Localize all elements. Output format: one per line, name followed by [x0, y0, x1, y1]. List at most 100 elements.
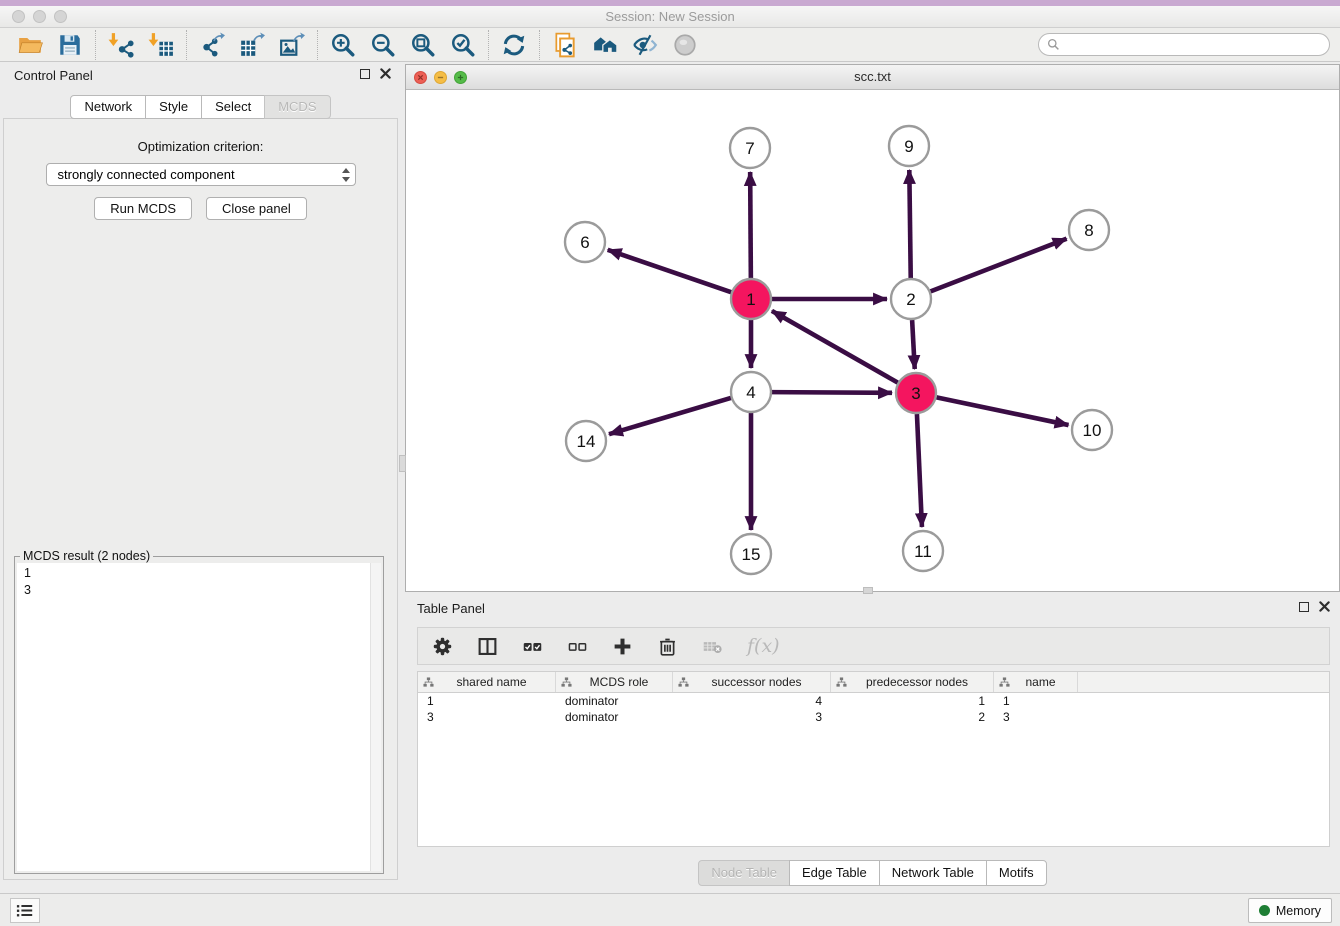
import-table-button[interactable]	[141, 30, 181, 60]
select-all-rows-button[interactable]	[522, 636, 543, 657]
tab-node-table[interactable]: Node Table	[698, 860, 790, 886]
column-header-name[interactable]: name	[994, 672, 1078, 692]
close-panel-icon[interactable]	[380, 68, 391, 79]
sort-tree-icon	[678, 677, 689, 688]
delete-table-button[interactable]	[702, 636, 723, 657]
vertical-splitter-handle[interactable]	[399, 455, 406, 472]
delete-column-button[interactable]	[657, 636, 678, 657]
edge-2-3[interactable]	[912, 320, 915, 369]
run-mcds-button[interactable]: Run MCDS	[94, 197, 192, 220]
tab-network-table[interactable]: Network Table	[879, 860, 987, 886]
node-9[interactable]: 9	[889, 126, 929, 166]
node-table[interactable]: shared nameMCDS rolesuccessor nodesprede…	[417, 671, 1330, 847]
toolbar-separator	[186, 30, 187, 60]
import-table-icon	[148, 32, 174, 58]
close-panel-button[interactable]: Close panel	[206, 197, 307, 220]
node-8[interactable]: 8	[1069, 210, 1109, 250]
mcds-result-area[interactable]: 1 3	[17, 563, 381, 871]
tab-edge-table[interactable]: Edge Table	[789, 860, 880, 886]
node-6[interactable]: 6	[565, 222, 605, 262]
edge-3-1[interactable]	[772, 311, 898, 383]
function-builder-button[interactable]: f(x)	[747, 635, 780, 657]
tab-motifs[interactable]: Motifs	[986, 860, 1047, 886]
edge-2-9[interactable]	[909, 170, 910, 278]
column-header-shared-name[interactable]: shared name	[418, 672, 556, 692]
edge-1-7[interactable]	[750, 172, 751, 278]
table-cell[interactable]: 3	[673, 709, 831, 725]
zoom-in-icon	[330, 32, 356, 58]
node-4[interactable]: 4	[731, 372, 771, 412]
search-field[interactable]	[1038, 33, 1330, 56]
table-cell[interactable]: dominator	[556, 693, 673, 709]
table-row[interactable]: 1dominator411	[418, 693, 1329, 709]
tab-mcds[interactable]: MCDS	[264, 95, 330, 119]
node-10[interactable]: 10	[1072, 410, 1112, 450]
show-all-networks-button[interactable]	[585, 30, 625, 60]
float-table-panel-icon[interactable]	[1299, 602, 1309, 612]
node-label: 8	[1084, 221, 1093, 240]
node-11[interactable]: 11	[903, 531, 943, 571]
edge-3-10[interactable]	[937, 397, 1069, 425]
result-scrollbar[interactable]	[370, 563, 381, 871]
criterion-select[interactable]: strongly connected component	[46, 163, 356, 186]
edge-4-3[interactable]	[772, 392, 892, 393]
add-column-button[interactable]	[612, 636, 633, 657]
column-label: shared name	[438, 675, 555, 689]
network-window-titlebar[interactable]: scc.txt	[406, 65, 1339, 90]
import-network-button[interactable]	[101, 30, 141, 60]
tab-style[interactable]: Style	[145, 95, 202, 119]
zoom-in-button[interactable]	[323, 30, 363, 60]
table-cell[interactable]: 4	[673, 693, 831, 709]
table-settings-button[interactable]	[432, 636, 453, 657]
column-header-predecessor-nodes[interactable]: predecessor nodes	[831, 672, 994, 692]
deselect-all-rows-button[interactable]	[567, 636, 588, 657]
table-cell[interactable]: 1	[994, 693, 1078, 709]
tab-select[interactable]: Select	[201, 95, 265, 119]
memory-button[interactable]: Memory	[1248, 898, 1332, 923]
node-15[interactable]: 15	[731, 534, 771, 574]
export-table-button[interactable]	[232, 30, 272, 60]
horizontal-splitter-handle[interactable]	[863, 587, 873, 594]
toolbar-separator	[95, 30, 96, 60]
export-image-button[interactable]	[272, 30, 312, 60]
task-history-button[interactable]	[10, 898, 40, 923]
clone-network-button[interactable]	[545, 30, 585, 60]
table-cell[interactable]: 3	[994, 709, 1078, 725]
save-session-button[interactable]	[50, 30, 90, 60]
hide-selected-button[interactable]	[625, 30, 665, 60]
edge-3-11[interactable]	[917, 414, 922, 527]
node-label: 4	[746, 383, 755, 402]
table-cell[interactable]: 3	[418, 709, 556, 725]
tab-network[interactable]: Network	[70, 95, 146, 119]
table-cell[interactable]: 1	[418, 693, 556, 709]
table-row[interactable]: 3dominator323	[418, 709, 1329, 725]
export-network-button[interactable]	[192, 30, 232, 60]
zoom-selected-button[interactable]	[443, 30, 483, 60]
node-7[interactable]: 7	[730, 128, 770, 168]
node-3[interactable]: 3	[896, 373, 936, 413]
zoom-fit-icon	[410, 32, 436, 58]
column-header-MCDS-role[interactable]: MCDS role	[556, 672, 673, 692]
column-visibility-button[interactable]	[477, 636, 498, 657]
search-input[interactable]	[1064, 38, 1321, 52]
edge-4-14[interactable]	[609, 398, 731, 434]
edge-1-6[interactable]	[608, 250, 731, 292]
show-hidden-button[interactable]	[665, 30, 705, 60]
close-table-panel-icon[interactable]	[1319, 601, 1330, 612]
edge-2-8[interactable]	[931, 239, 1067, 292]
node-2[interactable]: 2	[891, 279, 931, 319]
zoom-fit-button[interactable]	[403, 30, 443, 60]
network-canvas[interactable]: 1 2 3 4 6 7 8 9 10 11 14 15	[406, 91, 1339, 591]
table-cell[interactable]: dominator	[556, 709, 673, 725]
node-1[interactable]: 1	[731, 279, 771, 319]
float-panel-icon[interactable]	[360, 69, 370, 79]
table-cell[interactable]: 1	[831, 693, 994, 709]
column-header-successor-nodes[interactable]: successor nodes	[673, 672, 831, 692]
zoom-out-button[interactable]	[363, 30, 403, 60]
node-14[interactable]: 14	[566, 421, 606, 461]
open-session-button[interactable]	[10, 30, 50, 60]
columns-icon	[477, 636, 498, 657]
app-titlebar: Session: New Session	[0, 6, 1340, 28]
table-cell[interactable]: 2	[831, 709, 994, 725]
refresh-view-button[interactable]	[494, 30, 534, 60]
